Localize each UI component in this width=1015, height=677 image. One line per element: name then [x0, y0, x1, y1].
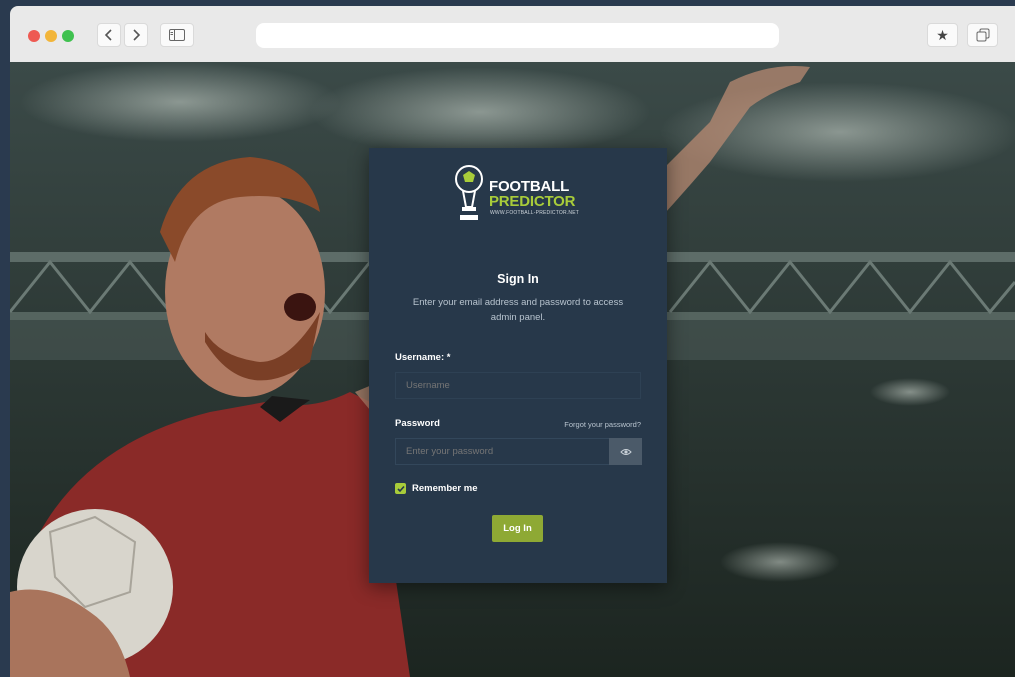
browser-toolbar: ★ — [10, 6, 1015, 63]
signin-subtitle: Enter your email address and password to… — [412, 297, 624, 323]
bookmark-button[interactable]: ★ — [927, 23, 958, 47]
login-button[interactable]: Log In — [492, 515, 543, 542]
tabs-button[interactable] — [967, 23, 998, 47]
back-button[interactable] — [97, 23, 121, 47]
login-card: FOOTBALL PREDICTOR WWW.FOOTBALL-PREDICTO… — [369, 148, 667, 583]
page-viewport: FOOTBALL PREDICTOR WWW.FOOTBALL-PREDICTO… — [10, 62, 1015, 677]
chevron-right-icon — [133, 29, 141, 41]
username-label: Username: * — [395, 352, 451, 363]
minimize-window-button[interactable] — [45, 30, 57, 42]
close-window-button[interactable] — [28, 30, 40, 42]
logo-line2: PREDICTOR — [489, 193, 576, 210]
sidebar-icon — [169, 29, 185, 41]
remember-me[interactable]: Remember me — [395, 483, 477, 494]
remember-me-label: Remember me — [412, 483, 478, 494]
chevron-left-icon — [104, 29, 112, 41]
password-input[interactable] — [395, 438, 610, 465]
sidebar-toggle-button[interactable] — [160, 23, 194, 47]
remember-me-checkbox[interactable] — [395, 483, 406, 494]
football-predictor-logo: FOOTBALL PREDICTOR WWW.FOOTBALL-PREDICTO… — [454, 163, 584, 225]
checkmark-icon — [396, 485, 405, 492]
forward-button[interactable] — [124, 23, 148, 47]
tabs-icon — [976, 28, 989, 42]
password-label: Password — [395, 418, 440, 429]
logo-line1: FOOTBALL — [489, 178, 570, 195]
browser-window: ★ FOOTBALL PREDICTOR WWW.FOOTBALL-PREDIC… — [10, 6, 1015, 677]
eye-icon — [619, 448, 632, 455]
trophy-ball-icon — [455, 165, 483, 220]
address-bar[interactable] — [256, 23, 779, 48]
zoom-window-button[interactable] — [62, 30, 74, 42]
logo-url: WWW.FOOTBALL-PREDICTOR.NET — [490, 210, 579, 216]
signin-title: Sign In — [497, 272, 539, 286]
forgot-password-link[interactable]: Forgot your password? — [564, 420, 641, 429]
username-input[interactable] — [395, 372, 641, 399]
show-password-button[interactable] — [609, 438, 642, 465]
star-icon: ★ — [936, 26, 949, 43]
